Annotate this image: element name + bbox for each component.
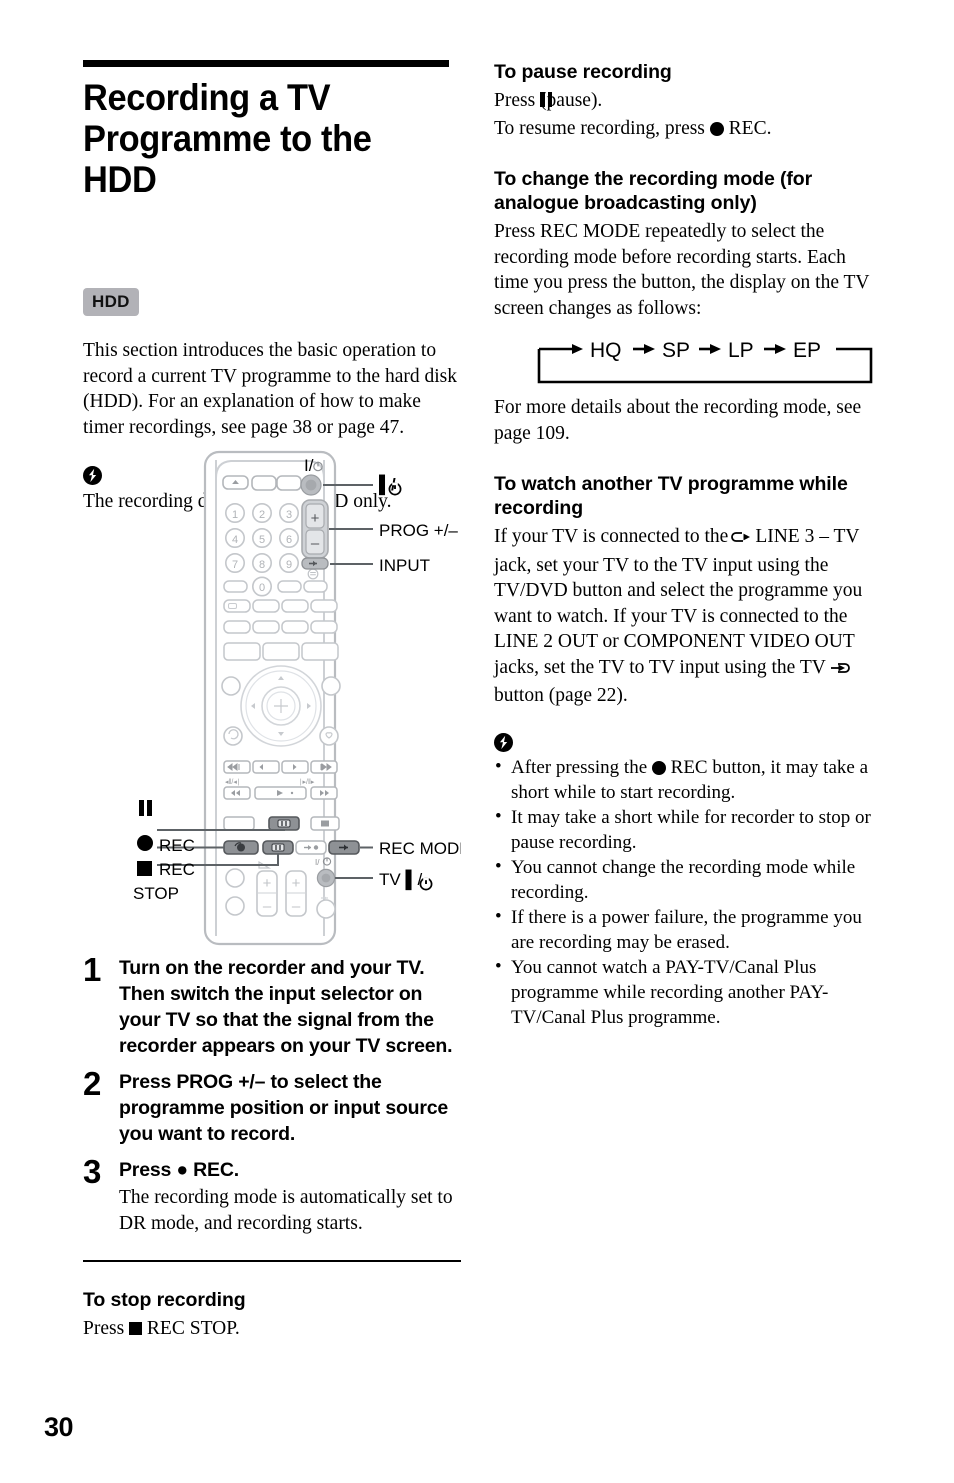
steps-section: 1 Turn on the recorder and your TV. Then… (83, 951, 461, 1342)
bullet-2-text: It may take a short while for recorder t… (511, 806, 871, 853)
svg-text:4: 4 (232, 534, 238, 546)
watch-text-part-3: button (page 22). (494, 685, 628, 706)
step-1-text: Turn on the recorder and your TV. Then s… (119, 957, 453, 1057)
page-number: 30 (44, 1412, 74, 1442)
line-in-icon (829, 658, 850, 684)
change-mode-heading: To change the recording mode (for analog… (494, 168, 813, 214)
svg-text:–: – (292, 898, 301, 915)
svg-text:–: – (263, 898, 272, 915)
svg-text:7: 7 (232, 559, 238, 571)
rec-mode-flow-diagram: HQ SP LP EP (494, 335, 873, 384)
rec-dot-icon-bullet (651, 760, 666, 775)
manual-page: Recording a TV Programme to the HDD HDD … (0, 0, 954, 1483)
svg-text:I/: I/ (304, 456, 314, 475)
rec-mode-callout-label: REC MODE (379, 839, 461, 858)
prog-callout-label: PROG +/– (379, 521, 458, 540)
callout-labels-left: REC REC STOP (133, 800, 195, 903)
bullet-5-text: You cannot watch a PAY-TV/Canal Plus pro… (511, 956, 829, 1028)
svg-text:1: 1 (232, 509, 238, 521)
input-callout-label: INPUT (379, 556, 430, 575)
step-2-text: Press PROG +/– to select the programme p… (119, 1071, 449, 1145)
line-out-icon (731, 527, 752, 553)
svg-text:◂‖/◂∣: ◂‖/◂∣ (225, 778, 240, 786)
bullet-1-before: After pressing the (511, 756, 648, 778)
step-3-number: 3 (83, 1153, 102, 1190)
resume-label: To resume recording, press (494, 117, 705, 139)
watch-another-text: If your TV is connected to the LINE 3 – … (494, 524, 872, 709)
list-item: If there is a power failure, the program… (494, 904, 872, 955)
flow-item-ep: EP (793, 339, 821, 362)
page-title: Recording a TV Programme to the HDD (83, 77, 372, 200)
svg-text:6: 6 (286, 534, 292, 546)
bullet-4-text: If there is a power failure, the program… (511, 906, 862, 953)
svg-text:+: + (311, 510, 320, 527)
stop-press-label: Press (83, 1318, 125, 1339)
rec-callout-label: REC (159, 836, 195, 855)
bullet-3-text: You cannot change the recording mode whi… (511, 856, 856, 903)
pause-line-1: Press (pause). (494, 88, 872, 116)
notes-bullet-list: After pressing the REC button, it may ta… (494, 754, 872, 1030)
svg-text:8: 8 (259, 559, 265, 571)
list-item: After pressing the REC button, it may ta… (494, 754, 872, 805)
left-column: Recording a TV Programme to the HDD HDD … (83, 60, 461, 515)
stop-recording-heading: To stop recording (83, 1289, 246, 1311)
step-2: 2 Press PROG +/– to select the programme… (83, 1065, 461, 1147)
remote-prog-rocker: + – (301, 499, 329, 559)
remote-pause-stop-row (223, 816, 340, 831)
watch-another-heading: To watch another TV programme while reco… (494, 473, 848, 519)
svg-text:0: 0 (259, 582, 265, 594)
stop-rec-stop-label: REC STOP. (146, 1318, 240, 1339)
svg-text:2: 2 (259, 509, 265, 521)
watch-text-part-2: LINE 3 – TV jack, set your TV to the TV … (494, 526, 863, 678)
pause-callout-glyph (139, 800, 152, 816)
pause-line-2: To resume recording, press REC. (494, 116, 872, 142)
svg-text:3: 3 (286, 509, 292, 521)
rec-stop-second-line-label: STOP (133, 884, 179, 903)
remote-top-row (222, 475, 302, 491)
tv-power-callout-label: TV ▌/ (379, 869, 422, 891)
step-1: 1 Turn on the recorder and your TV. Then… (83, 951, 461, 1059)
list-item: You cannot change the recording mode whi… (494, 854, 872, 905)
pause-recording-heading: To pause recording (494, 61, 672, 83)
callout-labels-right: ▌/ PROG +/– INPUT REC MODE TV ▌/ (379, 474, 461, 891)
status-badge-hdd: HDD (83, 288, 139, 316)
list-item: It may take a short while for recorder t… (494, 804, 872, 855)
rec-stop-callout-label: REC (159, 860, 195, 879)
callout-pause-leader (157, 829, 285, 831)
flow-item-hq: HQ (590, 339, 622, 362)
mode-more-details-text: For more details about the recording mod… (494, 397, 862, 444)
rec-stop-square-glyph (137, 861, 152, 876)
flow-item-lp: LP (728, 339, 754, 362)
step-3-text: Press ● REC. (119, 1159, 239, 1181)
rec-dot-glyph (137, 835, 153, 851)
right-column: To pause recording Press (pause). To res… (494, 60, 873, 1030)
rec-dot-icon (709, 121, 724, 136)
resume-rec-label: REC. (728, 117, 772, 139)
step-1-number: 1 (83, 951, 102, 988)
remote-rec-row (223, 840, 360, 855)
svg-text:∣▸/‖▸: ∣▸/‖▸ (299, 778, 315, 786)
section-divider (83, 1260, 461, 1262)
step-2-number: 2 (83, 1065, 102, 1102)
flow-item-sp: SP (662, 339, 690, 362)
remote-control-figure: I/ 1 2 3 4 5 6 7 8 9 0 + – ◂‖/◂∣ ∣▸/‖▸ +… (83, 448, 461, 948)
svg-text:+: + (292, 875, 301, 892)
intro-paragraph: This section introduces the basic operat… (83, 340, 457, 438)
svg-text:I/: I/ (315, 858, 320, 867)
stop-recording-text: Press REC STOP. (83, 1316, 461, 1342)
svg-text:+: + (263, 875, 272, 892)
note-lightning-icon-2 (494, 732, 513, 752)
step-3: 3 Press ● REC. The recording mode is aut… (83, 1153, 461, 1236)
remote-input-button (301, 557, 329, 570)
stop-square-icon (129, 1322, 143, 1335)
step-3-description: The recording mode is automatically set … (119, 1187, 453, 1234)
svg-text:5: 5 (259, 534, 265, 546)
svg-text:–: – (311, 535, 320, 552)
pause-press-label: Press (494, 90, 536, 111)
svg-text:9: 9 (286, 559, 292, 571)
title-rule (83, 60, 449, 67)
watch-text-part-1: If your TV is connected to the (494, 526, 729, 547)
list-item: You cannot watch a PAY-TV/Canal Plus pro… (494, 954, 872, 1030)
change-mode-text: Press REC MODE repeatedly to select the … (494, 221, 870, 319)
